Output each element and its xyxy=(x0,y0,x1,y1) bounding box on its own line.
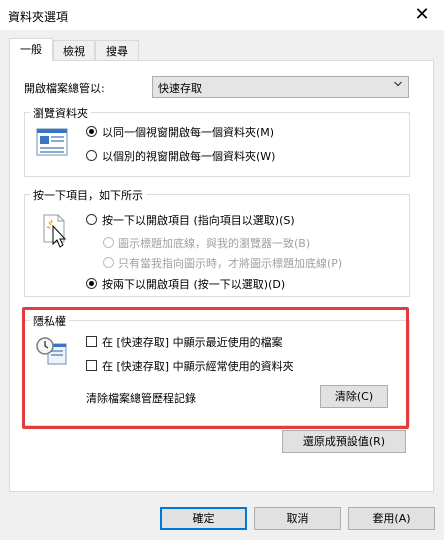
apply-button[interactable]: 套用(A) xyxy=(348,507,435,530)
cancel-button[interactable]: 取消 xyxy=(254,507,341,530)
same-window-icon xyxy=(36,128,68,156)
pointer-click-icon xyxy=(43,214,67,248)
tab-search[interactable]: 搜尋 xyxy=(95,40,139,61)
close-button[interactable]: ✕ xyxy=(408,4,436,26)
underline-browser-radio[interactable] xyxy=(103,237,114,248)
tab-view[interactable]: 檢視 xyxy=(53,40,95,61)
ok-button[interactable]: 確定 xyxy=(160,507,247,530)
underline-point-label[interactable]: 只有當我指向圖示時，才將圖示標題加底線(P) xyxy=(118,255,342,271)
single-click-label[interactable]: 按一下以開啟項目 (指向項目以選取)(S) xyxy=(102,212,295,228)
separate-window-label[interactable]: 以個別的視窗開啟每一個資料夾(W) xyxy=(102,148,275,164)
browse-folders-legend: 瀏覽資料夾 xyxy=(30,105,91,121)
separate-window-radio[interactable] xyxy=(86,150,97,161)
open-explorer-value: 快速存取 xyxy=(158,82,202,95)
single-click-radio[interactable] xyxy=(86,214,97,225)
open-explorer-select[interactable]: 快速存取 xyxy=(152,76,409,98)
double-click-radio[interactable] xyxy=(86,278,97,289)
restore-defaults-button[interactable]: 還原成預設值(R) xyxy=(282,430,406,453)
click-items-legend: 按一下項目，如下所示 xyxy=(30,187,146,203)
double-click-label[interactable]: 按兩下以開啟項目 (按一下以選取)(D) xyxy=(102,276,285,292)
window-title: 資料夾選項 xyxy=(8,10,69,24)
browse-folders-group xyxy=(24,112,410,177)
tab-general[interactable]: 一般 xyxy=(9,38,53,61)
open-explorer-label: 開啟檔案總管以: xyxy=(24,82,105,95)
same-window-label[interactable]: 以同一個視窗開啟每一個資料夾(M) xyxy=(102,124,274,140)
chevron-down-icon xyxy=(394,81,402,87)
underline-browser-label[interactable]: 圖示標題加底線，與我的瀏覽器一致(B) xyxy=(118,235,310,251)
privacy-highlight-box xyxy=(22,307,409,429)
underline-point-radio[interactable] xyxy=(103,257,114,268)
same-window-radio[interactable] xyxy=(86,126,97,137)
